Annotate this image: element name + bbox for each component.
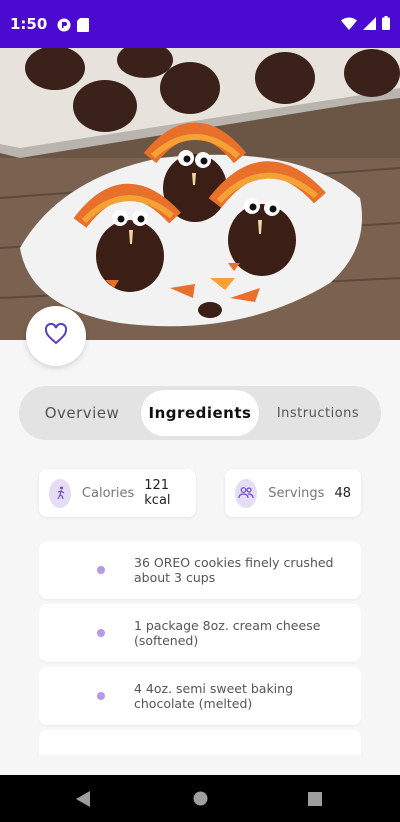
sd-card-icon xyxy=(77,17,91,32)
heart-outline-icon xyxy=(44,322,68,349)
bullet-dot xyxy=(97,629,105,637)
favorite-button[interactable] xyxy=(26,306,86,366)
calories-value: 121 kcal xyxy=(144,478,171,508)
running-icon xyxy=(49,478,71,508)
tab-ingredients[interactable]: Ingredients xyxy=(141,390,259,436)
calories-label: Calories xyxy=(81,485,135,501)
wifi-icon xyxy=(341,15,357,34)
ingredients-list[interactable]: 36 OREO cookies finely crushed about 3 c… xyxy=(39,541,361,755)
battery-icon xyxy=(382,15,390,34)
bullet-dot xyxy=(97,566,105,574)
ingredient-text: 1 package 8oz. cream cheese (softened) xyxy=(134,618,321,648)
tab-overview[interactable]: Overview xyxy=(23,390,141,436)
recents-icon[interactable] xyxy=(308,791,322,810)
servings-value: 48 xyxy=(334,485,351,501)
calories-card: Calories 121 kcal xyxy=(39,469,196,517)
section-tabs: Overview Ingredients Instructions xyxy=(19,386,381,440)
bullet-dot xyxy=(97,692,105,700)
recipe-hero-image xyxy=(0,48,400,340)
signal-icon xyxy=(363,15,376,34)
servings-card: Servings 48 xyxy=(225,469,361,517)
ingredient-item: 36 OREO cookies finely crushed about 3 c… xyxy=(39,541,361,599)
app-notification-icon xyxy=(57,17,71,32)
servings-label: Servings xyxy=(268,485,325,501)
ingredient-item: 1 package 8oz. cream cheese (softened) xyxy=(39,604,361,662)
home-icon[interactable] xyxy=(193,791,208,810)
ingredient-text: 36 OREO cookies finely crushed about 3 c… xyxy=(134,555,334,585)
status-time: 1:50 xyxy=(10,15,48,33)
system-nav-bar xyxy=(0,775,400,822)
people-icon xyxy=(235,478,258,508)
ingredient-item xyxy=(39,730,361,755)
ingredient-item: 4 4oz. semi sweet baking chocolate (melt… xyxy=(39,667,361,725)
status-bar: 1:50 xyxy=(0,0,400,48)
ingredient-text: 4 4oz. semi sweet baking chocolate (melt… xyxy=(134,681,294,711)
back-icon[interactable] xyxy=(76,791,90,811)
tab-instructions[interactable]: Instructions xyxy=(259,390,377,436)
